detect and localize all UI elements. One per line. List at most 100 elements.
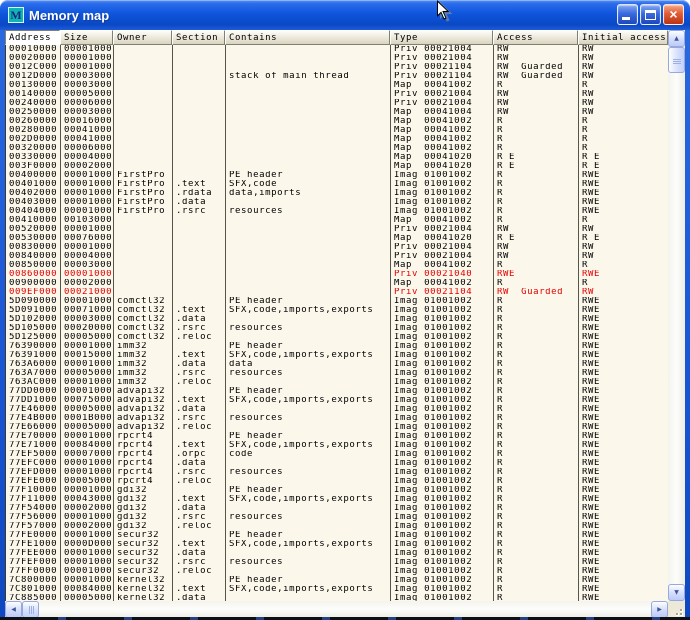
table-row[interactable]: 77F1100000043000gdi32.textSFX,code,impor… [6, 495, 668, 504]
table-row[interactable]: 0014000000005000Priv 00021004RWRW [6, 90, 668, 99]
table-row[interactable]: 77EFC00000001000rpcrt4.dataImag 01001002… [6, 459, 668, 468]
table-row[interactable]: 77FEE00000001000secur32.dataImag 0100100… [6, 549, 668, 558]
table-row[interactable]: 7C80100000084000kernel32.textSFX,code,im… [6, 585, 668, 594]
resize-grip[interactable] [668, 601, 685, 618]
table-row[interactable]: 0002000000001000Priv 00021004RWRW [6, 54, 668, 63]
table-row[interactable]: 5D09100000071000comctl32.textSFX,code,im… [6, 306, 668, 315]
table-row[interactable]: 77FEF00000001000secur32.rsrcresourcesIma… [6, 558, 668, 567]
scroll-right-button[interactable]: ▶ [651, 601, 668, 618]
cell-address: 00280000 [6, 126, 61, 135]
table-row[interactable]: 77EFE00000005000rpcrt4.relocImag 0100100… [6, 477, 668, 486]
cell-size: 00001000 [61, 297, 114, 306]
cell-size: 0000D000 [61, 540, 114, 549]
table-row[interactable]: 5D12500000005000comctl32.relocImag 01001… [6, 333, 668, 342]
column-header-access[interactable]: Access [493, 30, 578, 45]
table-row[interactable]: 0026000000016000Map 00041002RR [6, 117, 668, 126]
cell-address: 00010000 [6, 45, 61, 54]
table-row[interactable]: 77F5700000002000gdi32.relocImag 01001002… [6, 522, 668, 531]
table-row[interactable]: 77EFD00000001000rpcrt4.rsrcresourcesImag… [6, 468, 668, 477]
vertical-scroll-thumb[interactable] [668, 47, 685, 73]
table-row[interactable]: 0028000000041000Map 00041002RR [6, 126, 668, 135]
scroll-up-button[interactable]: ▲ [668, 30, 685, 47]
cell-initial_access: RW [579, 72, 668, 81]
table-row[interactable]: 77E7000000001000rpcrt4PE headerImag 0100… [6, 432, 668, 441]
cell-access: RW [494, 252, 579, 261]
vertical-scrollbar[interactable]: ▲ ▼ [668, 30, 685, 601]
table-row[interactable]: 0040400000001000FirstPro.rsrcresourcesIm… [6, 207, 668, 216]
table-row[interactable]: 77E4B0000001B000advapi32.rsrcresourcesIm… [6, 414, 668, 423]
cell-address: 00250000 [6, 108, 61, 117]
column-header-type[interactable]: Type [390, 30, 493, 45]
table-row[interactable]: 0013000000003000Map 00041002RR [6, 81, 668, 90]
table-row[interactable]: 002D000000041000Map 00041002RR [6, 135, 668, 144]
cell-section [173, 279, 226, 288]
table-row[interactable]: 0053000000076000Map 00041020R ER E [6, 234, 668, 243]
column-header-initial-access[interactable]: Initial access [578, 30, 668, 45]
table-row[interactable]: 763AC00000001000imm32.relocImag 01001002… [6, 378, 668, 387]
column-header-size[interactable]: Size [60, 30, 113, 45]
minimize-button[interactable] [617, 4, 638, 25]
table-row[interactable]: 0024000000006000Priv 00021004RWRW [6, 99, 668, 108]
column-header-owner[interactable]: Owner [113, 30, 172, 45]
table-row[interactable]: 77F5600000001000gdi32.rsrcresourcesImag … [6, 513, 668, 522]
table-row[interactable]: 763A700000005000imm32.rsrcresourcesImag … [6, 369, 668, 378]
table-row[interactable]: 7C80000000001000kernel32PE headerImag 01… [6, 576, 668, 585]
horizontal-scrollbar[interactable]: ◀ ▶ [5, 601, 668, 618]
cell-size: 00002000 [61, 162, 114, 171]
table-row[interactable]: 77F1000000001000gdi32PE headerImag 01001… [6, 486, 668, 495]
table-row[interactable]: 009EF00000021000Priv 00021104RW GuardedR… [6, 288, 668, 297]
table-row[interactable]: 0025000000003000Map 00041004RWRW [6, 108, 668, 117]
table-row[interactable]: 7639000000001000imm32PE headerImag 01001… [6, 342, 668, 351]
column-header-contains[interactable]: Contains [225, 30, 390, 45]
cell-size: 00071000 [61, 306, 114, 315]
table-row[interactable]: 0012C00000001000Priv 00021104RW GuardedR… [6, 63, 668, 72]
table-row[interactable]: 5D09000000001000comctl32PE headerImag 01… [6, 297, 668, 306]
table-row[interactable]: 0040200000001000FirstPro.rdatadata,impor… [6, 189, 668, 198]
table-row[interactable]: 77FF000000001000secur32.relocImag 010010… [6, 567, 668, 576]
table-row[interactable]: 0083000000001000Priv 00021004RWRW [6, 243, 668, 252]
table-row[interactable]: 0085000000003000Map 00041002RR [6, 261, 668, 270]
titlebar[interactable]: M Memory map × [0, 0, 690, 30]
scroll-down-button[interactable]: ▼ [668, 584, 685, 601]
table-row[interactable]: 77F5400000002000gdi32.dataImag 01001002R… [6, 504, 668, 513]
table-row[interactable]: 0040000000001000FirstProPE headerImag 01… [6, 171, 668, 180]
cell-address: 00830000 [6, 243, 61, 252]
table-row[interactable]: 5D10200000003000comctl32.dataImag 010010… [6, 315, 668, 324]
table-row[interactable]: 0086000000001000Priv 00021040RWERWE [6, 270, 668, 279]
table-row[interactable]: 77FE10000000D000secur32.textSFX,code,imp… [6, 540, 668, 549]
cell-initial_access: RW [579, 225, 668, 234]
table-row[interactable]: 0090000000002000Map 00041002RR [6, 279, 668, 288]
column-header-address[interactable]: Address [5, 30, 60, 45]
table-row[interactable]: 0040300000001000FirstPro.dataImag 010010… [6, 198, 668, 207]
cell-owner [114, 126, 173, 135]
cell-initial_access: R E [579, 234, 668, 243]
horizontal-scroll-thumb[interactable] [22, 601, 39, 618]
table-row[interactable]: 77DD100000075000advapi32.textSFX,code,im… [6, 396, 668, 405]
table-row[interactable]: 5D10500000020000comctl32.rsrcresourcesIm… [6, 324, 668, 333]
table-row[interactable]: 0041000000103000Map 00041002RR [6, 216, 668, 225]
table-row[interactable]: 7C88500000005000kernel32.dataImag 010010… [6, 594, 668, 601]
table-row[interactable]: 77E7100000084000rpcrt4.textSFX,code,impo… [6, 441, 668, 450]
table-row[interactable]: 0012D00000003000stack of main threadPriv… [6, 72, 668, 81]
ollydbg-m-icon[interactable]: M [8, 7, 24, 23]
table-row[interactable]: 7639100000015000imm32.textSFX,code,impor… [6, 351, 668, 360]
cell-contains [226, 225, 391, 234]
maximize-button[interactable] [640, 4, 661, 25]
table-row[interactable]: 77DD000000001000advapi32PE headerImag 01… [6, 387, 668, 396]
close-button[interactable]: × [663, 4, 684, 25]
column-header-section[interactable]: Section [172, 30, 225, 45]
table-row[interactable]: 77E6600000005000advapi32.relocImag 01001… [6, 423, 668, 432]
table-row[interactable]: 0084000000004000Priv 00021004RWRW [6, 252, 668, 261]
cell-contains [226, 63, 391, 72]
table-row[interactable]: 0032000000006000Map 00041002RR [6, 144, 668, 153]
table-row[interactable]: 77FE000000001000secur32PE headerImag 010… [6, 531, 668, 540]
table-row[interactable]: 77E4600000005000advapi32.dataImag 010010… [6, 405, 668, 414]
table-row[interactable]: 0001000000001000Priv 00021004RWRW [6, 45, 668, 54]
table-row[interactable]: 77EF500000007000rpcrt4.orpccodeImag 0100… [6, 450, 668, 459]
table-row[interactable]: 003F000000002000Map 00041020R ER E [6, 162, 668, 171]
table-row[interactable]: 0052000000001000Priv 00021004RWRW [6, 225, 668, 234]
table-row[interactable]: 0033000000004000Map 00041020R ER E [6, 153, 668, 162]
table-row[interactable]: 0040100000001000FirstPro.textSFX,codeIma… [6, 180, 668, 189]
table-row[interactable]: 763A600000001000imm32.datadataImag 01001… [6, 360, 668, 369]
scroll-left-button[interactable]: ◀ [5, 601, 22, 618]
